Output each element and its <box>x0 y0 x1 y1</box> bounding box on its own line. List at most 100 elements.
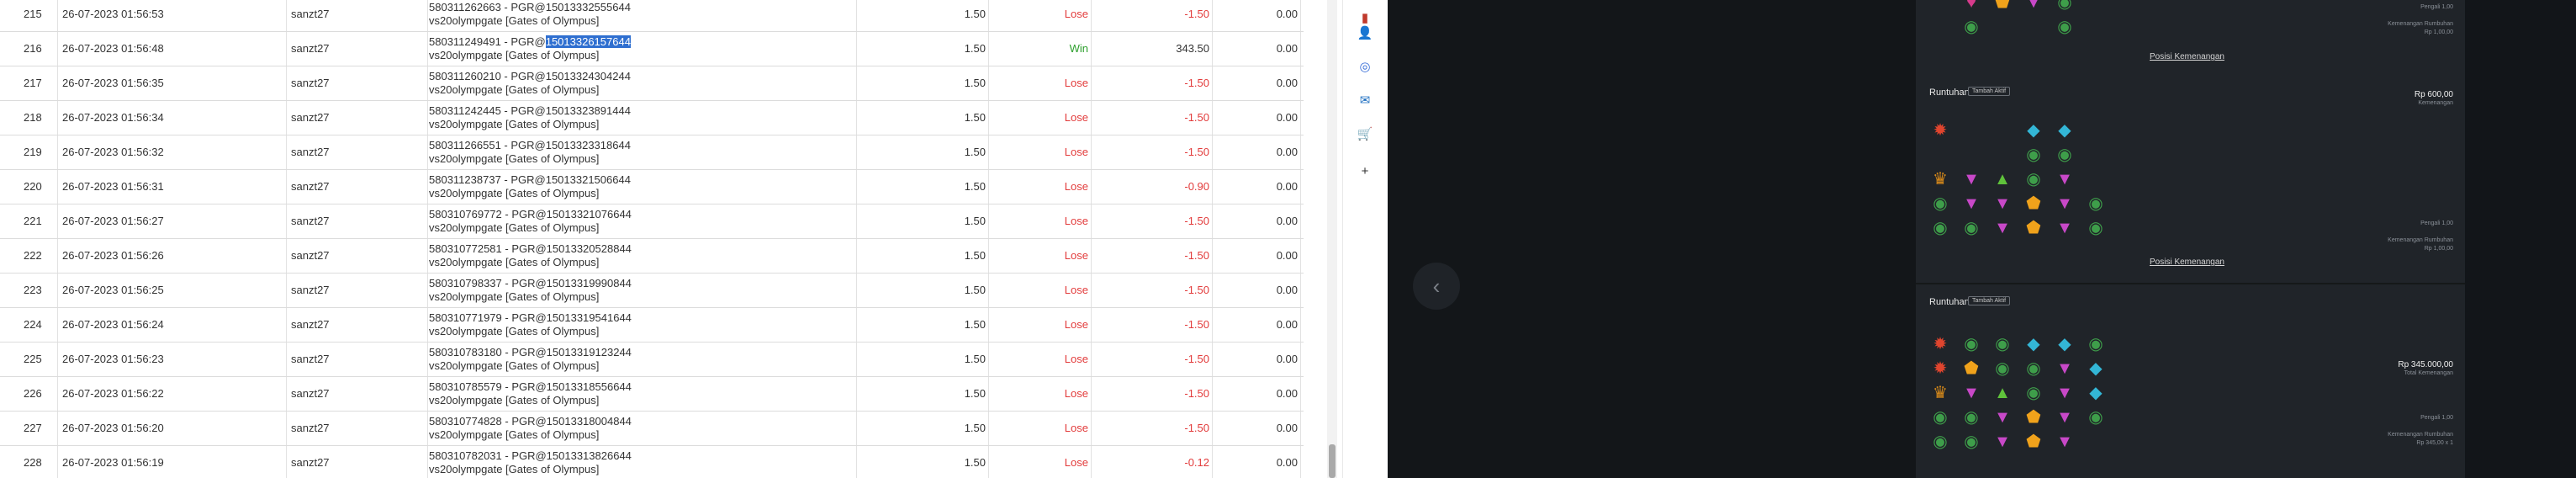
row-bet: 1.50 <box>964 422 986 434</box>
winning-position-link[interactable]: Posisi Kemenangan <box>2150 52 2224 61</box>
back-arrow-icon[interactable]: ‹ <box>1413 263 1460 310</box>
row-transaction-id[interactable]: 580311266551 - PGR@15013323318644 <box>429 139 631 152</box>
row-transaction-id[interactable]: 580310772581 - PGR@15013320528844 <box>429 242 632 256</box>
slot-symbol-icon: ◆ <box>2058 335 2071 353</box>
row-username: sanzt27 <box>291 215 330 227</box>
table-row[interactable]: 218 26-07-2023 01:56:34 sanzt27 58031124244… <box>0 100 1304 135</box>
row-game-name: vs20olympgate [Gates of Olympus] <box>429 13 600 27</box>
slot-symbol-icon: ◉ <box>2026 359 2041 378</box>
row-game-name: vs20olympgate [Gates of Olympus] <box>429 82 600 96</box>
cart-icon[interactable]: 🛒 <box>1356 125 1374 143</box>
row-balance: 0.00 <box>1276 249 1298 262</box>
slot-symbol-icon: ◉ <box>1933 408 1948 427</box>
row-transaction-id[interactable]: 580311238737 - PGR@15013321506644 <box>429 173 631 187</box>
row-transaction-id[interactable]: 580310785579 - PGR@15013318556644 <box>429 380 632 394</box>
table-row[interactable]: 227 26-07-2023 01:56:20 sanzt27 58031077482… <box>0 411 1304 446</box>
row-transaction-id[interactable]: 580310783180 - PGR@15013319123244 <box>429 346 632 359</box>
row-description: 580310769772 - PGR@15013321076644 vs20oly… <box>427 204 856 238</box>
table-row[interactable]: 224 26-07-2023 01:56:24 sanzt27 58031077197… <box>0 307 1304 343</box>
table-row[interactable]: 226 26-07-2023 01:56:22 sanzt27 58031078557… <box>0 376 1304 412</box>
row-bet: 1.50 <box>964 180 986 193</box>
row-result: Lose <box>1064 111 1088 124</box>
round-details-feed[interactable]: Pengali 1,00 Kemenangan Rumbuhan Rp 1,00,0… <box>1916 0 2465 478</box>
slot-symbol-icon: ◉ <box>1995 335 2010 353</box>
table-row[interactable]: 216 26-07-2023 01:56:48 sanzt27 58031124949… <box>0 31 1304 66</box>
row-transaction-id[interactable]: 580311242445 - PGR@15013323891444 <box>429 104 631 118</box>
game-history-panel: ‹ Pengali 1,00 Kemenangan Rumbuhan Rp 1,00… <box>1388 0 2576 478</box>
row-transaction-id[interactable]: 580311262663 - PGR@15013332555644 <box>429 1 631 14</box>
row-number: 223 <box>24 284 42 296</box>
slot-symbol-icon: ◉ <box>2057 146 2072 164</box>
row-result: Lose <box>1064 77 1088 89</box>
row-result: Lose <box>1064 146 1088 158</box>
table-row[interactable]: 217 26-07-2023 01:56:35 sanzt27 58031126021… <box>0 66 1304 101</box>
card-cascade-value: Rp 1,00,00 <box>2424 29 2453 35</box>
row-balance: 0.00 <box>1276 318 1298 331</box>
row-description: 580310771979 - PGR@15013319541644 vs20oly… <box>427 307 856 342</box>
table-row[interactable]: 220 26-07-2023 01:56:31 sanzt27 58031123873… <box>0 169 1304 204</box>
row-transaction-id[interactable]: 580310782031 - PGR@15013313826644 <box>429 449 632 463</box>
row-balance: 0.00 <box>1276 215 1298 227</box>
table-row[interactable]: 221 26-07-2023 01:56:27 sanzt27 58031076977… <box>0 204 1304 239</box>
table-row[interactable]: 215 26-07-2023 01:56:53 sanzt27 58031126266… <box>0 0 1304 32</box>
row-date: 26-07-2023 01:56:19 <box>62 456 164 469</box>
table-row[interactable]: 222 26-07-2023 01:56:26 sanzt27 58031077258… <box>0 238 1304 274</box>
row-transaction-id[interactable]: 580310769772 - PGR@15013321076644 <box>429 208 632 221</box>
row-amount: -1.50 <box>1184 77 1209 89</box>
slot-symbol-icon: ⬟ <box>2026 219 2041 237</box>
row-number: 218 <box>24 111 42 124</box>
row-amount: -1.50 <box>1184 249 1209 262</box>
table-row[interactable]: 219 26-07-2023 01:56:32 sanzt27 58031126655… <box>0 135 1304 170</box>
row-number: 224 <box>24 318 42 331</box>
round-card: Pengali 1,00 Kemenangan Rumbuhan Rp 1,00,0… <box>1916 0 2465 79</box>
row-transaction-id[interactable]: 580311249491 - PGR@15013326157644 <box>429 35 631 49</box>
chrome-extension-icon[interactable]: ◎ <box>1356 57 1374 76</box>
table-row[interactable]: 225 26-07-2023 01:56:23 sanzt27 58031078318… <box>0 342 1304 377</box>
slot-symbol-icon: ▲ <box>1994 170 2011 189</box>
row-transaction-id[interactable]: 580311260210 - PGR@15013324304244 <box>429 70 631 83</box>
row-bet: 1.50 <box>964 8 986 20</box>
row-transaction-id[interactable]: 580310771979 - PGR@15013319541644 <box>429 311 632 325</box>
row-transaction-id[interactable]: 580310798337 - PGR@15013319990844 <box>429 277 632 290</box>
row-number: 217 <box>24 77 42 89</box>
row-date: 26-07-2023 01:56:22 <box>62 387 164 400</box>
row-transaction-id[interactable]: 580310774828 - PGR@15013318004844 <box>429 415 632 428</box>
slot-symbol-icon: ◉ <box>2026 146 2041 164</box>
table-scrollbar-thumb[interactable] <box>1329 444 1336 478</box>
slot-symbol-icon: ◉ <box>2057 18 2072 36</box>
slot-symbol-icon: ◉ <box>1933 433 1948 451</box>
row-balance: 0.00 <box>1276 42 1298 55</box>
row-bet: 1.50 <box>964 284 986 296</box>
row-date: 26-07-2023 01:56:31 <box>62 180 164 193</box>
table-scrollbar-track[interactable] <box>1327 0 1337 478</box>
slot-symbol-icon: ⬟ <box>1964 359 1979 378</box>
slot-symbol-icon: ◆ <box>2027 335 2040 353</box>
table-row[interactable]: 223 26-07-2023 01:56:25 sanzt27 58031079833… <box>0 273 1304 308</box>
row-description: 580311242445 - PGR@15013323891444 vs20oly… <box>427 100 856 135</box>
row-description: 580311266551 - PGR@15013323318644 vs20oly… <box>427 135 856 169</box>
user-extension-icon[interactable]: 👤 <box>1356 24 1374 42</box>
slot-symbol-icon: ▼ <box>2056 170 2073 189</box>
row-amount: -0.90 <box>1184 180 1209 193</box>
row-balance: 0.00 <box>1276 77 1298 89</box>
row-balance: 0.00 <box>1276 8 1298 20</box>
card-badge: Tambah Aktif <box>1968 296 2011 305</box>
winning-position-link[interactable]: Posisi Kemenangan <box>2150 258 2224 267</box>
table-row[interactable]: 228 26-07-2023 01:56:19 sanzt27 58031078203… <box>0 445 1304 478</box>
row-username: sanzt27 <box>291 284 330 296</box>
row-bet: 1.50 <box>964 387 986 400</box>
add-icon[interactable]: + <box>1356 162 1374 180</box>
row-game-name: vs20olympgate [Gates of Olympus] <box>429 428 600 441</box>
row-username: sanzt27 <box>291 318 330 331</box>
round-card: Runtuhan Tambah Aktif Rp 600,00 Kemenangan P… <box>1916 77 2465 284</box>
outlook-icon[interactable]: ✉ <box>1356 91 1374 109</box>
row-bet: 1.50 <box>964 111 986 124</box>
row-bet: 1.50 <box>964 77 986 89</box>
slot-symbol-icon: ◉ <box>2057 0 2072 12</box>
row-bet: 1.50 <box>964 215 986 227</box>
card-amount: Rp 345.000,00 <box>2398 360 2453 369</box>
slot-symbol-icon: ▼ <box>2056 359 2073 378</box>
card-cascade-value: Rp 1,00,00 <box>2424 246 2453 252</box>
row-number: 215 <box>24 8 42 20</box>
row-result: Lose <box>1064 180 1088 193</box>
